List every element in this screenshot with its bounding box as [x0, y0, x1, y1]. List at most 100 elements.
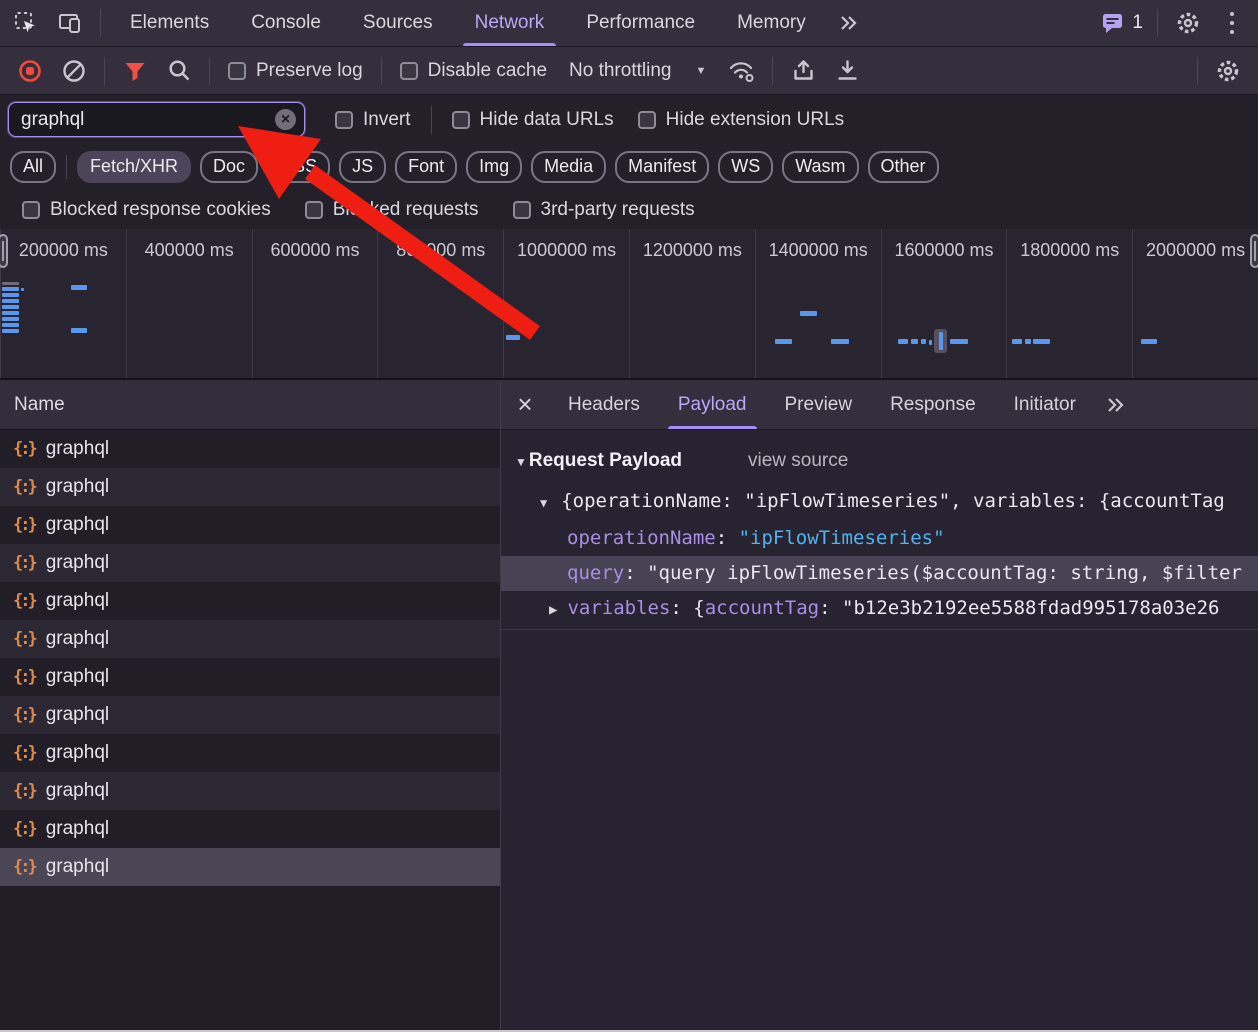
waterfall-bar: [71, 328, 87, 333]
divider: [66, 155, 67, 179]
filter-chip-manifest[interactable]: Manifest: [615, 151, 709, 183]
hide-data-urls-option[interactable]: Hide data URLs: [440, 109, 626, 131]
network-content: Name {:} graphql {:} graphql {:} graphql…: [0, 380, 1258, 1032]
waterfall-bar: [2, 299, 19, 303]
overview-grip-right[interactable]: [1250, 234, 1258, 268]
detail-tab-initiator[interactable]: Initiator: [995, 380, 1095, 429]
waterfall-bar: [2, 317, 19, 321]
export-har-icon[interactable]: [825, 47, 869, 94]
filter-chip-css[interactable]: CSS: [267, 151, 330, 183]
hide-data-urls-label: Hide data URLs: [480, 109, 614, 131]
detail-tab-response[interactable]: Response: [871, 380, 995, 429]
disable-cache-checkbox[interactable]: [400, 62, 418, 80]
divider: [772, 57, 773, 85]
search-icon[interactable]: [157, 47, 201, 94]
request-row-selected[interactable]: {:} graphql: [0, 848, 500, 886]
detail-tab-headers[interactable]: Headers: [549, 380, 659, 429]
json-braces-icon: {:}: [13, 477, 35, 497]
row-expand-icon[interactable]: ▼: [540, 496, 547, 510]
kebab-menu-icon[interactable]: [1210, 0, 1254, 46]
request-row[interactable]: {:} graphql: [0, 658, 500, 696]
request-row[interactable]: {:} graphql: [0, 430, 500, 468]
filter-chip-all[interactable]: All: [10, 151, 56, 183]
timeline-tick: 200000 ms: [0, 229, 126, 378]
third-party-checkbox[interactable]: [513, 201, 531, 219]
tab-elements[interactable]: Elements: [109, 0, 230, 46]
hide-extension-urls-checkbox[interactable]: [638, 111, 656, 129]
payload-row-query[interactable]: query: "query ipFlowTimeseries($accountT…: [501, 556, 1258, 591]
filter-chip-ws[interactable]: WS: [718, 151, 773, 183]
third-party-label: 3rd-party requests: [541, 199, 695, 221]
blocked-cookies-option[interactable]: Blocked response cookies: [12, 199, 281, 221]
invert-option[interactable]: Invert: [323, 109, 423, 131]
network-overview-timeline[interactable]: 200000 ms 400000 ms 600000 ms 800000 ms …: [0, 229, 1258, 380]
settings-gear-icon[interactable]: [1166, 0, 1210, 46]
payload-row-operationname[interactable]: operationName: "ipFlowTimeseries": [501, 521, 1258, 556]
json-separator: :: [624, 562, 647, 584]
filter-chip-other[interactable]: Other: [868, 151, 939, 183]
request-payload-section[interactable]: ▼ Request Payload view source: [501, 430, 1258, 478]
clear-filter-icon[interactable]: ×: [275, 109, 296, 130]
preserve-log-option[interactable]: Preserve log: [218, 60, 373, 82]
tab-network[interactable]: Network: [454, 0, 566, 46]
request-row[interactable]: {:} graphql: [0, 772, 500, 810]
filter-chip-media[interactable]: Media: [531, 151, 606, 183]
network-filter-row: × Invert Hide data URLs Hide extension U…: [0, 95, 1258, 144]
more-detail-tabs-icon[interactable]: [1105, 395, 1127, 415]
hide-extension-urls-option[interactable]: Hide extension URLs: [626, 109, 856, 131]
invert-checkbox[interactable]: [335, 111, 353, 129]
tab-performance[interactable]: Performance: [565, 0, 716, 46]
filter-chip-wasm[interactable]: Wasm: [782, 151, 858, 183]
name-header-label: Name: [14, 394, 65, 416]
tab-console[interactable]: Console: [230, 0, 342, 46]
clear-network-log-icon[interactable]: [52, 47, 96, 94]
tab-memory[interactable]: Memory: [716, 0, 827, 46]
hide-data-urls-checkbox[interactable]: [452, 111, 470, 129]
disable-cache-option[interactable]: Disable cache: [390, 60, 557, 82]
blocked-requests-option[interactable]: Blocked requests: [295, 199, 489, 221]
third-party-option[interactable]: 3rd-party requests: [503, 199, 705, 221]
request-row[interactable]: {:} graphql: [0, 544, 500, 582]
request-row[interactable]: {:} graphql: [0, 734, 500, 772]
blocked-cookies-checkbox[interactable]: [22, 201, 40, 219]
blocked-requests-checkbox[interactable]: [305, 201, 323, 219]
view-source-link[interactable]: view source: [748, 450, 848, 472]
network-conditions-icon[interactable]: [720, 47, 764, 94]
preserve-log-checkbox[interactable]: [228, 62, 246, 80]
tab-sources[interactable]: Sources: [342, 0, 454, 46]
request-row[interactable]: {:} graphql: [0, 620, 500, 658]
issues-counter[interactable]: 1: [1095, 12, 1149, 34]
section-expand-icon[interactable]: ▼: [515, 455, 527, 469]
waterfall-bar: [911, 339, 918, 344]
row-collapse-icon[interactable]: ▶: [549, 602, 557, 618]
inspect-element-icon[interactable]: [4, 0, 48, 46]
more-tabs-icon[interactable]: [827, 0, 871, 46]
filter-input[interactable]: [21, 109, 275, 131]
request-row[interactable]: {:} graphql: [0, 468, 500, 506]
detail-tab-payload[interactable]: Payload: [659, 380, 766, 429]
close-detail-icon[interactable]: ×: [501, 389, 549, 420]
blocked-cookies-label: Blocked response cookies: [50, 199, 271, 221]
record-network-log-icon[interactable]: [8, 47, 52, 94]
request-row[interactable]: {:} graphql: [0, 696, 500, 734]
detail-tab-preview[interactable]: Preview: [766, 380, 872, 429]
network-settings-gear-icon[interactable]: [1206, 58, 1250, 84]
name-column-header[interactable]: Name: [0, 380, 500, 430]
import-har-icon[interactable]: [781, 47, 825, 94]
filter-chip-doc[interactable]: Doc: [200, 151, 258, 183]
payload-row-variables[interactable]: ▶variables: {accountTag: "b12e3b2192ee55…: [501, 591, 1258, 630]
filter-chip-img[interactable]: Img: [466, 151, 522, 183]
request-row[interactable]: {:} graphql: [0, 582, 500, 620]
filter-funnel-icon[interactable]: [113, 47, 157, 94]
devtools-window: Elements Console Sources Network Perform…: [0, 0, 1258, 1032]
overview-grip-left[interactable]: [0, 234, 8, 268]
filter-chip-font[interactable]: Font: [395, 151, 457, 183]
payload-root-row[interactable]: ▼{operationName: "ipFlowTimeseries", var…: [501, 478, 1258, 521]
network-toolbar: Preserve log Disable cache No throttling…: [0, 47, 1258, 95]
filter-chip-js[interactable]: JS: [339, 151, 386, 183]
filter-chip-fetch-xhr[interactable]: Fetch/XHR: [77, 151, 191, 183]
throttling-select[interactable]: No throttling ▼: [557, 60, 720, 82]
device-toolbar-icon[interactable]: [48, 0, 92, 46]
request-row[interactable]: {:} graphql: [0, 506, 500, 544]
request-row[interactable]: {:} graphql: [0, 810, 500, 848]
